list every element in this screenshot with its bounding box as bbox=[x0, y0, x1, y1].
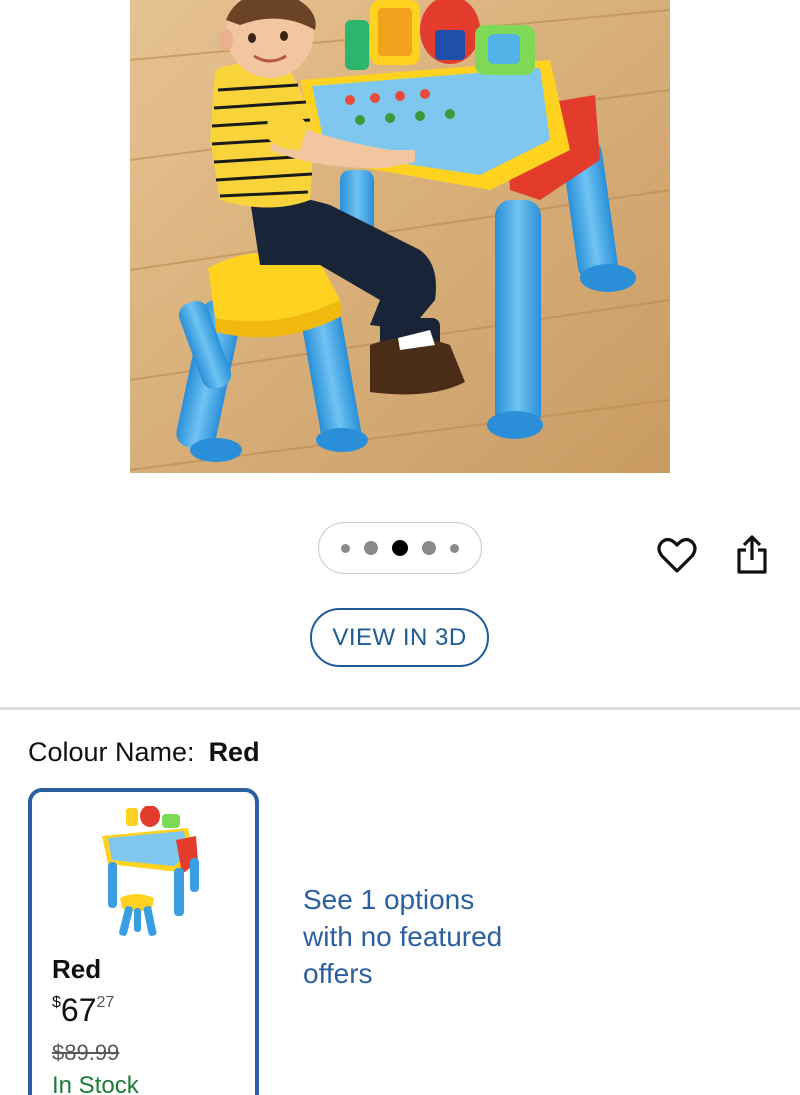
carousel-dot-2[interactable] bbox=[364, 541, 378, 555]
price-whole: 67 bbox=[60, 992, 97, 1028]
price-symbol: $ bbox=[52, 994, 61, 1011]
price-fraction: 27 bbox=[96, 994, 115, 1011]
was-price: $89.99 bbox=[52, 1040, 120, 1065]
view-in-3d-button[interactable]: VIEW IN 3D bbox=[310, 608, 489, 667]
wishlist-button[interactable] bbox=[654, 533, 700, 577]
colour-name-row: Colour Name: Red bbox=[28, 737, 260, 768]
share-icon bbox=[737, 535, 767, 574]
swatch-price: $6727 bbox=[52, 992, 114, 1029]
image-carousel-dots[interactable] bbox=[318, 522, 482, 574]
product-image[interactable] bbox=[130, 0, 670, 473]
share-button[interactable] bbox=[730, 532, 774, 578]
carousel-dot-3-active[interactable] bbox=[392, 540, 408, 556]
colour-name-label: Colour Name: bbox=[28, 737, 195, 767]
carousel-dot-1[interactable] bbox=[341, 543, 350, 553]
see-options-link[interactable]: See 1 options with no featured offers bbox=[303, 881, 523, 992]
heart-icon bbox=[657, 538, 697, 573]
carousel-dot-4[interactable] bbox=[422, 541, 436, 555]
colour-swatch-red[interactable]: Red $6727 $89.99 In Stock bbox=[28, 788, 259, 1095]
availability-status: In Stock bbox=[52, 1072, 139, 1095]
carousel-dot-5[interactable] bbox=[450, 543, 459, 553]
section-divider bbox=[0, 707, 800, 710]
swatch-thumbnail bbox=[102, 806, 199, 936]
colour-name-value: Red bbox=[208, 737, 260, 767]
product-photo-illustration bbox=[130, 0, 670, 473]
swatch-name: Red bbox=[52, 954, 102, 984]
